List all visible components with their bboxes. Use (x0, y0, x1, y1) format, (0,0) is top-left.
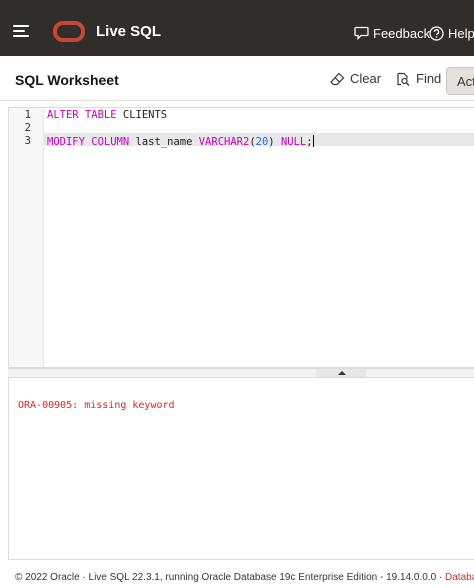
feedback-label: Feedback (373, 25, 431, 41)
sql-text: last_name (129, 136, 199, 148)
clear-button[interactable]: Clear (330, 71, 381, 86)
line-number: 1 (24, 109, 31, 121)
feedback-icon (354, 26, 369, 40)
code-line: ALTER TABLE CLIENTS (47, 109, 167, 122)
line-number: 3 (24, 135, 31, 147)
footer: © 2022 Oracle · Live SQL 22.3.1, running… (0, 568, 474, 588)
code-line: MODIFY COLUMN last_name VARCHAR2(20) NUL… (47, 135, 314, 149)
sql-editor[interactable]: 1 2 3 ALTER TABLE CLIENTS MODIFY COLUMN … (8, 107, 474, 368)
line-number: 2 (24, 122, 31, 134)
clear-label: Clear (350, 71, 382, 86)
top-app-bar: Live SQL Feedback Help (0, 0, 474, 56)
oracle-logo[interactable] (53, 21, 85, 42)
app-title[interactable]: Live SQL (96, 23, 161, 41)
documentation-link[interactable]: Database Documentation (445, 572, 474, 583)
sql-keyword: ALTER TABLE (47, 109, 117, 121)
menu-icon[interactable] (13, 25, 29, 37)
sql-text: CLIENTS (116, 109, 168, 121)
find-button[interactable]: Find (396, 71, 441, 86)
find-label: Find (416, 71, 442, 86)
output-pane: ORA-00905: missing keyword (8, 378, 474, 560)
collapse-output-handle[interactable] (316, 369, 366, 377)
footer-text: © 2022 Oracle · Live SQL 22.3.1, running… (15, 572, 446, 583)
line-number-gutter: 1 2 3 (9, 108, 44, 367)
find-icon (397, 72, 410, 86)
error-message: ORA-00905: missing keyword (18, 400, 175, 411)
worksheet-toolbar: SQL Worksheet Clear Find Actions (0, 56, 474, 101)
sql-keyword: MODIFY COLUMN (47, 136, 130, 148)
sql-number: 20 (255, 136, 269, 148)
help-icon (429, 25, 444, 41)
help-label: Help (448, 25, 474, 41)
page-title: SQL Worksheet (15, 72, 119, 88)
sql-keyword: VARCHAR2 (198, 136, 250, 148)
sql-keyword: NULL (280, 136, 307, 148)
sql-text: ) (268, 136, 281, 148)
feedback-link[interactable]: Feedback (354, 24, 430, 42)
text-cursor (312, 135, 314, 147)
actions-button[interactable]: Actions (446, 67, 474, 95)
pane-splitter[interactable] (8, 368, 474, 378)
eraser-icon (330, 72, 345, 85)
code-area[interactable]: ALTER TABLE CLIENTS MODIFY COLUMN last_n… (45, 108, 474, 367)
help-link[interactable]: Help (429, 24, 474, 42)
